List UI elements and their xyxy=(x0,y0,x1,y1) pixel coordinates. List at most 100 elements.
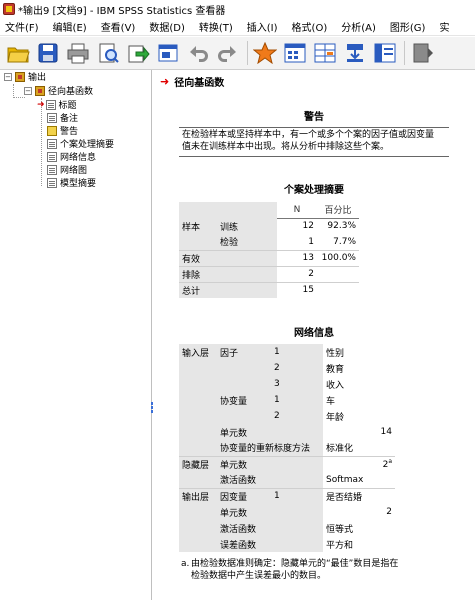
export-icon[interactable] xyxy=(124,40,152,66)
tree-label: 备注 xyxy=(60,114,79,124)
tree-label: 警告 xyxy=(60,127,79,137)
title-doc-icon xyxy=(45,99,56,110)
more-icon[interactable] xyxy=(408,40,436,66)
footnote-ref: a xyxy=(388,458,392,466)
goto-variable-icon[interactable] xyxy=(281,40,309,66)
menu-transform[interactable]: 转换(T) xyxy=(194,19,233,34)
procedure-book-icon xyxy=(35,85,45,96)
outline-pane: − 输出 − 径向基函数 ➜ 标题 备注 警告 个案处理摘要 网络信息 网络图 … xyxy=(0,70,152,600)
table-row: 2 教育 xyxy=(179,360,395,376)
print-preview-icon[interactable] xyxy=(94,40,122,66)
table-row: 单元数 2 xyxy=(179,504,395,520)
col-header-n: N xyxy=(277,202,317,219)
menu-edit[interactable]: 编辑(E) xyxy=(48,19,87,34)
insert-cases-icon[interactable] xyxy=(311,40,339,66)
recall-dialog-icon[interactable] xyxy=(154,40,182,66)
table-doc-icon xyxy=(47,151,57,162)
tree-item-model-summary[interactable]: 模型摘要 xyxy=(47,176,96,189)
tree-item-network-info[interactable]: 网络信息 xyxy=(47,150,96,163)
output-book-icon xyxy=(15,71,25,82)
menu-utilities[interactable]: 实 xyxy=(434,19,449,34)
tree-item-warnings[interactable]: 警告 xyxy=(47,124,78,137)
tree-label: 标题 xyxy=(58,101,77,111)
chart-doc-icon xyxy=(47,164,57,175)
table-row: 输出层 因变量 1 是否结婚 xyxy=(179,487,395,504)
title-bar: *输出9 [文档9] - IBM SPSS Statistics 查看器 xyxy=(0,0,475,18)
tree-item-title[interactable]: ➜ 标题 xyxy=(37,98,77,111)
menu-graphs[interactable]: 图形(G) xyxy=(385,19,426,34)
menu-format[interactable]: 格式(O) xyxy=(287,19,328,34)
tree-label-procedure: 径向基函数 xyxy=(48,87,94,97)
warning-title: 警告 xyxy=(304,112,324,123)
col-header-pct: 百分比 xyxy=(317,202,359,219)
table-row: 激活函数 Softmax xyxy=(179,472,395,488)
tree-item-notes[interactable]: 备注 xyxy=(47,111,78,124)
warning-icon xyxy=(47,125,57,136)
toolbar-separator xyxy=(247,41,248,65)
section-title: 径向基函数 xyxy=(174,78,225,89)
goto-case-icon[interactable] xyxy=(251,40,279,66)
warning-text-line: 值未在训练样本中出现。将从分析中排除这些个案。 xyxy=(182,142,390,152)
collapse-toggle[interactable]: − xyxy=(24,86,32,95)
table-row: 输入层 因子 1 性别 xyxy=(179,344,395,360)
redo-icon[interactable] xyxy=(214,40,242,66)
tree-item-case-summary[interactable]: 个案处理摘要 xyxy=(47,137,114,150)
network-info-title: 网络信息 xyxy=(294,328,334,339)
case-summary-table[interactable]: N 百分比 样本 训练 12 92.3% 检验 1 7.7% 有效 13 100… xyxy=(179,202,359,298)
table-row: 2 年龄 xyxy=(179,408,395,424)
case-summary-title: 个案处理摘要 xyxy=(284,185,344,196)
menu-view[interactable]: 查看(V) xyxy=(96,19,136,34)
tree-label: 个案处理摘要 xyxy=(60,140,115,150)
tree-label: 网络信息 xyxy=(60,153,97,163)
tree-label: 模型摘要 xyxy=(60,179,97,189)
table-row: 样本 训练 12 92.3% xyxy=(179,218,359,234)
tree-label-output: 输出 xyxy=(28,73,47,83)
open-icon[interactable] xyxy=(4,40,32,66)
output-content-pane: ➜ 径向基函数 警告 在检验样本或坚持样本中，有一个或多个个案的因子值或因变量 … xyxy=(153,70,475,600)
tree-connector xyxy=(13,84,14,98)
footnote-text: 由检验数据准则确定：隐藏单元的“最佳”数目是指在检验数据中产生误差最小的数目。 xyxy=(191,559,399,581)
tree-connector xyxy=(41,98,42,186)
table-row: 有效 13 100.0% xyxy=(179,249,359,266)
print-icon[interactable] xyxy=(64,40,92,66)
menu-bar: 文件(F) 编辑(E) 查看(V) 数据(D) 转换(T) 插入(I) 格式(O… xyxy=(0,18,475,36)
table-row: 总计 15 xyxy=(179,281,359,298)
table-row: 激活函数 恒等式 xyxy=(179,520,395,536)
table-row: 协变量的重新标度方法 标准化 xyxy=(179,440,395,456)
table-row: 排除 2 xyxy=(179,265,359,282)
warning-text-line: 在检验样本或坚持样本中，有一个或多个个案的因子值或因变量 xyxy=(182,130,435,140)
table-row: 检验 1 7.7% xyxy=(179,234,359,250)
table-row: 误差函数 平方和 xyxy=(179,536,395,552)
menu-file[interactable]: 文件(F) xyxy=(0,19,39,34)
menu-analyze[interactable]: 分析(A) xyxy=(336,19,376,34)
undo-icon[interactable] xyxy=(184,40,212,66)
menu-data[interactable]: 数据(D) xyxy=(144,19,185,34)
section-heading: ➜ 径向基函数 xyxy=(160,74,224,89)
toolbar xyxy=(0,37,475,70)
tree-label: 网络图 xyxy=(60,166,88,176)
notes-doc-icon xyxy=(47,112,57,123)
menu-insert[interactable]: 插入(I) xyxy=(242,19,278,34)
spss-app-icon xyxy=(3,3,15,15)
insert-variables-icon[interactable] xyxy=(341,40,369,66)
tree-node-output[interactable]: − 输出 xyxy=(4,70,46,83)
table-doc-icon xyxy=(47,138,57,149)
table-row: 3 收入 xyxy=(179,376,395,392)
table-footnote: a. 由检验数据准则确定：隐藏单元的“最佳”数目是指在检验数据中产生误差最小的数… xyxy=(181,558,401,582)
table-doc-icon xyxy=(47,177,57,188)
tree-node-procedure[interactable]: − 径向基函数 xyxy=(24,84,93,97)
warning-box[interactable]: 在检验样本或坚持样本中，有一个或多个个案的因子值或因变量 值未在训练样本中出现。… xyxy=(179,127,449,157)
designate-window-icon[interactable] xyxy=(371,40,399,66)
table-row: 协变量 1 车 xyxy=(179,392,395,408)
tree-item-network-diagram[interactable]: 网络图 xyxy=(47,163,87,176)
footnote-mark: a. xyxy=(181,559,190,569)
table-row: 隐藏层 单元数 2a xyxy=(179,455,395,472)
toolbar-separator xyxy=(404,41,405,65)
window-title: *输出9 [文档9] - IBM SPSS Statistics 查看器 xyxy=(18,5,226,17)
network-info-table[interactable]: 输入层 因子 1 性别 2 教育 3 收入 协变量 1 车 2 年龄 单元数 1… xyxy=(179,344,395,552)
collapse-toggle[interactable]: − xyxy=(4,72,12,81)
current-item-arrow-icon: ➜ xyxy=(160,75,170,88)
save-icon[interactable] xyxy=(34,40,62,66)
table-row: 单元数 14 xyxy=(179,424,395,440)
selected-arrow-icon: ➜ xyxy=(37,99,45,110)
